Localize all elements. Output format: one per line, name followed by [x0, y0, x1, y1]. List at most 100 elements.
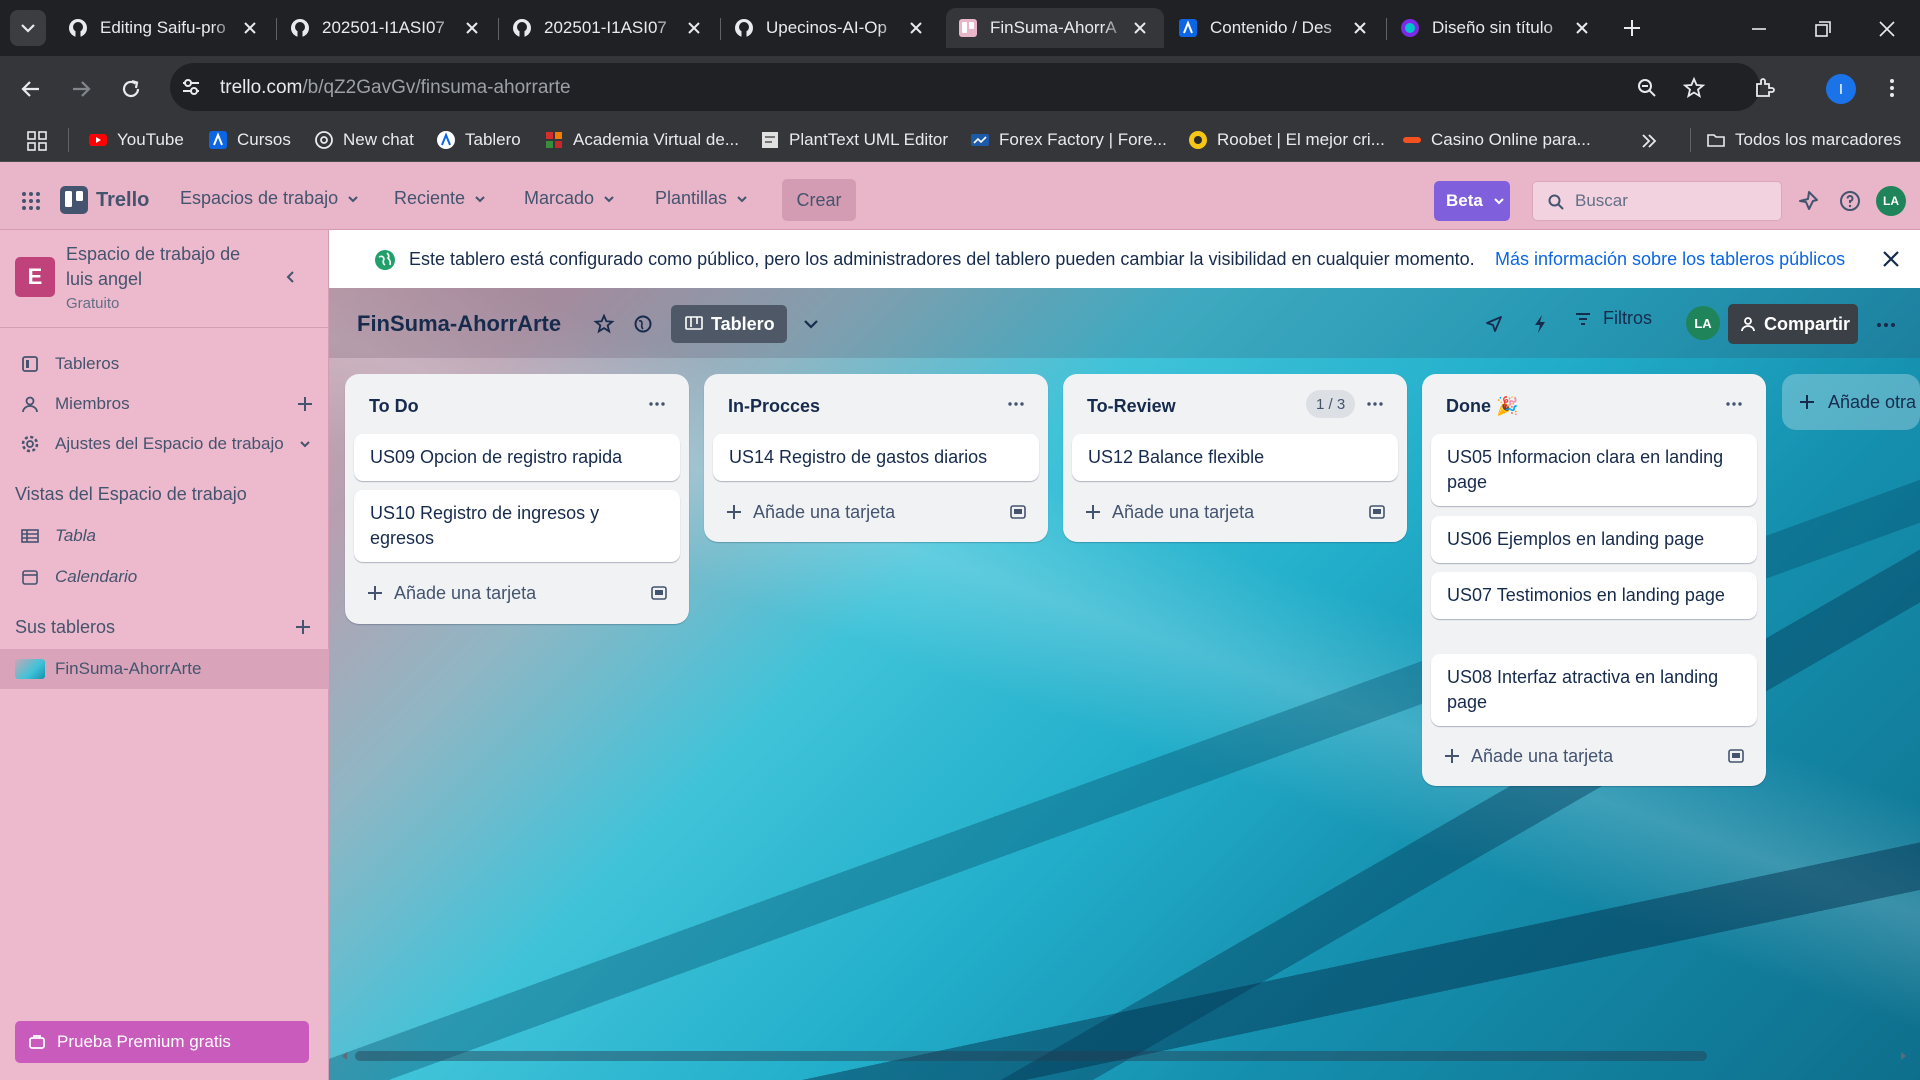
close-icon[interactable]: [240, 18, 260, 38]
card[interactable]: US10 Registro de ingresos y egresos: [354, 490, 680, 562]
menu-workspaces[interactable]: Espacios de trabajo: [180, 188, 360, 209]
list-title[interactable]: To Do: [369, 396, 419, 417]
card-template-icon[interactable]: [1009, 503, 1027, 521]
sidebar-item-board-finsuma[interactable]: FinSuma-AhorrArte: [0, 649, 329, 689]
all-bookmarks[interactable]: Todos los marcadores: [1706, 128, 1901, 152]
close-icon[interactable]: [684, 18, 704, 38]
profile-avatar[interactable]: I: [1826, 74, 1856, 104]
tab-contenido[interactable]: Contenido / Des: [1166, 8, 1384, 48]
new-tab-icon[interactable]: [1620, 16, 1644, 40]
sidebar-item-boards[interactable]: Tableros: [0, 344, 329, 384]
card[interactable]: US07 Testimonios en landing page: [1431, 572, 1757, 619]
bookmark-forex[interactable]: Forex Factory | Fore...: [970, 128, 1167, 152]
list-title[interactable]: In-Procces: [728, 396, 820, 417]
card[interactable]: US09 Opcion de registro rapida: [354, 434, 680, 481]
add-card-button[interactable]: Añade una tarjeta: [1431, 736, 1757, 776]
send-icon[interactable]: [1484, 314, 1504, 334]
close-icon[interactable]: [462, 18, 482, 38]
tab-upecinos[interactable]: Upecinos-AI-Op: [722, 8, 940, 48]
bookmark-planttext[interactable]: PlantText UML Editor: [760, 128, 948, 152]
collapse-sidebar-icon[interactable]: [282, 268, 300, 286]
banner-link[interactable]: Más información sobre los tableros públi…: [1495, 249, 1845, 270]
premium-trial-button[interactable]: Prueba Premium gratis: [15, 1021, 309, 1063]
card-template-icon[interactable]: [650, 584, 668, 602]
bookmark-casino[interactable]: Casino Online para...: [1402, 128, 1591, 152]
forward-icon[interactable]: [68, 76, 94, 102]
menu-templates[interactable]: Plantillas: [655, 188, 749, 209]
back-icon[interactable]: [18, 76, 44, 102]
sidebar-item-table[interactable]: Tabla: [0, 516, 329, 556]
apps-grid-icon[interactable]: [26, 130, 48, 152]
search-box[interactable]: Buscar: [1532, 181, 1782, 221]
close-icon[interactable]: [1350, 18, 1370, 38]
beta-button[interactable]: Beta: [1434, 181, 1510, 221]
board-menu-icon[interactable]: [1874, 313, 1898, 337]
menu-starred[interactable]: Marcado: [524, 188, 616, 209]
add-card-button[interactable]: Añade una tarjeta: [354, 573, 680, 613]
bookmark-star-icon[interactable]: [1682, 76, 1706, 100]
list-menu-icon[interactable]: [1004, 392, 1028, 416]
add-member-icon[interactable]: [296, 395, 314, 413]
avatar[interactable]: LA: [1876, 186, 1906, 216]
site-settings-icon[interactable]: [180, 76, 202, 98]
help-icon[interactable]: [1838, 189, 1862, 213]
workspace-logo[interactable]: E: [15, 257, 55, 297]
tab-202501-a[interactable]: 202501-I1ASI07: [278, 8, 496, 48]
tab-diseno[interactable]: Diseño sin título: [1388, 8, 1606, 48]
reload-icon[interactable]: [118, 76, 144, 102]
tab-finsuma-active[interactable]: FinSuma-AhorrA: [946, 8, 1164, 48]
restore-icon[interactable]: [1812, 18, 1834, 40]
add-list-button[interactable]: Añade otra lista: [1782, 374, 1920, 430]
notifications-icon[interactable]: [1797, 189, 1821, 213]
card[interactable]: US12 Balance flexible: [1072, 434, 1398, 481]
sidebar-item-settings[interactable]: Ajustes del Espacio de trabajo: [0, 424, 329, 464]
tab-202501-b[interactable]: 202501-I1ASI07: [500, 8, 718, 48]
card-template-icon[interactable]: [1727, 747, 1745, 765]
board-scrollbar[interactable]: [339, 1048, 1911, 1064]
list-menu-icon[interactable]: [1722, 392, 1746, 416]
view-switcher-button[interactable]: Tablero: [671, 305, 787, 343]
minimize-icon[interactable]: [1748, 18, 1770, 40]
url-text[interactable]: trello.com/b/qZ2GavGv/finsuma-ahorrarte: [220, 77, 571, 99]
list-menu-icon[interactable]: [645, 392, 669, 416]
card[interactable]: US08 Interfaz atractiva en landing page: [1431, 654, 1757, 726]
bookmark-academia[interactable]: Academia Virtual de...: [544, 128, 739, 152]
automation-bolt-icon[interactable]: [1530, 313, 1550, 335]
close-icon[interactable]: [1130, 18, 1150, 38]
chevron-down-icon[interactable]: [800, 313, 822, 335]
card[interactable]: US06 Ejemplos en landing page: [1431, 516, 1757, 563]
filters-button[interactable]: Filtros: [1573, 308, 1652, 329]
sidebar-item-calendar[interactable]: Calendario: [0, 557, 329, 597]
star-icon[interactable]: [593, 313, 615, 335]
visibility-globe-icon[interactable]: [633, 314, 653, 334]
tab-search-button[interactable]: [10, 10, 46, 46]
list-menu-icon[interactable]: [1363, 392, 1387, 416]
window-close-icon[interactable]: [1876, 18, 1898, 40]
close-icon[interactable]: [906, 18, 926, 38]
close-icon[interactable]: [1572, 18, 1592, 38]
create-button[interactable]: Crear: [782, 179, 856, 221]
board-member-avatar[interactable]: LA: [1686, 306, 1720, 340]
trello-logo[interactable]: Trello: [60, 186, 149, 214]
bookmark-cursos[interactable]: Cursos: [208, 128, 291, 152]
add-card-button[interactable]: Añade una tarjeta: [713, 492, 1039, 532]
bookmark-tablero[interactable]: Tablero: [436, 128, 521, 152]
scrollbar-thumb[interactable]: [355, 1051, 1707, 1061]
card[interactable]: US05 Informacion clara en landing page: [1431, 434, 1757, 506]
close-icon[interactable]: [1881, 249, 1901, 269]
bookmark-new-chat[interactable]: New chat: [314, 128, 414, 152]
kebab-menu-icon[interactable]: [1880, 76, 1904, 100]
zoom-icon[interactable]: [1636, 77, 1658, 99]
add-board-icon[interactable]: [294, 618, 312, 636]
card[interactable]: US14 Registro de gastos diarios: [713, 434, 1039, 481]
app-switcher-icon[interactable]: [20, 190, 42, 212]
sidebar-item-members[interactable]: Miembros: [0, 384, 329, 424]
bookmark-youtube[interactable]: YouTube: [88, 128, 184, 152]
share-button[interactable]: Compartir: [1728, 304, 1858, 344]
tab-editing-saifu[interactable]: Editing Saifu-pro: [56, 8, 274, 48]
add-card-button[interactable]: Añade una tarjeta: [1072, 492, 1398, 532]
card-template-icon[interactable]: [1368, 503, 1386, 521]
scroll-left-icon[interactable]: [339, 1050, 351, 1062]
list-title[interactable]: To-Review: [1087, 396, 1176, 417]
scroll-right-icon[interactable]: [1897, 1050, 1909, 1062]
